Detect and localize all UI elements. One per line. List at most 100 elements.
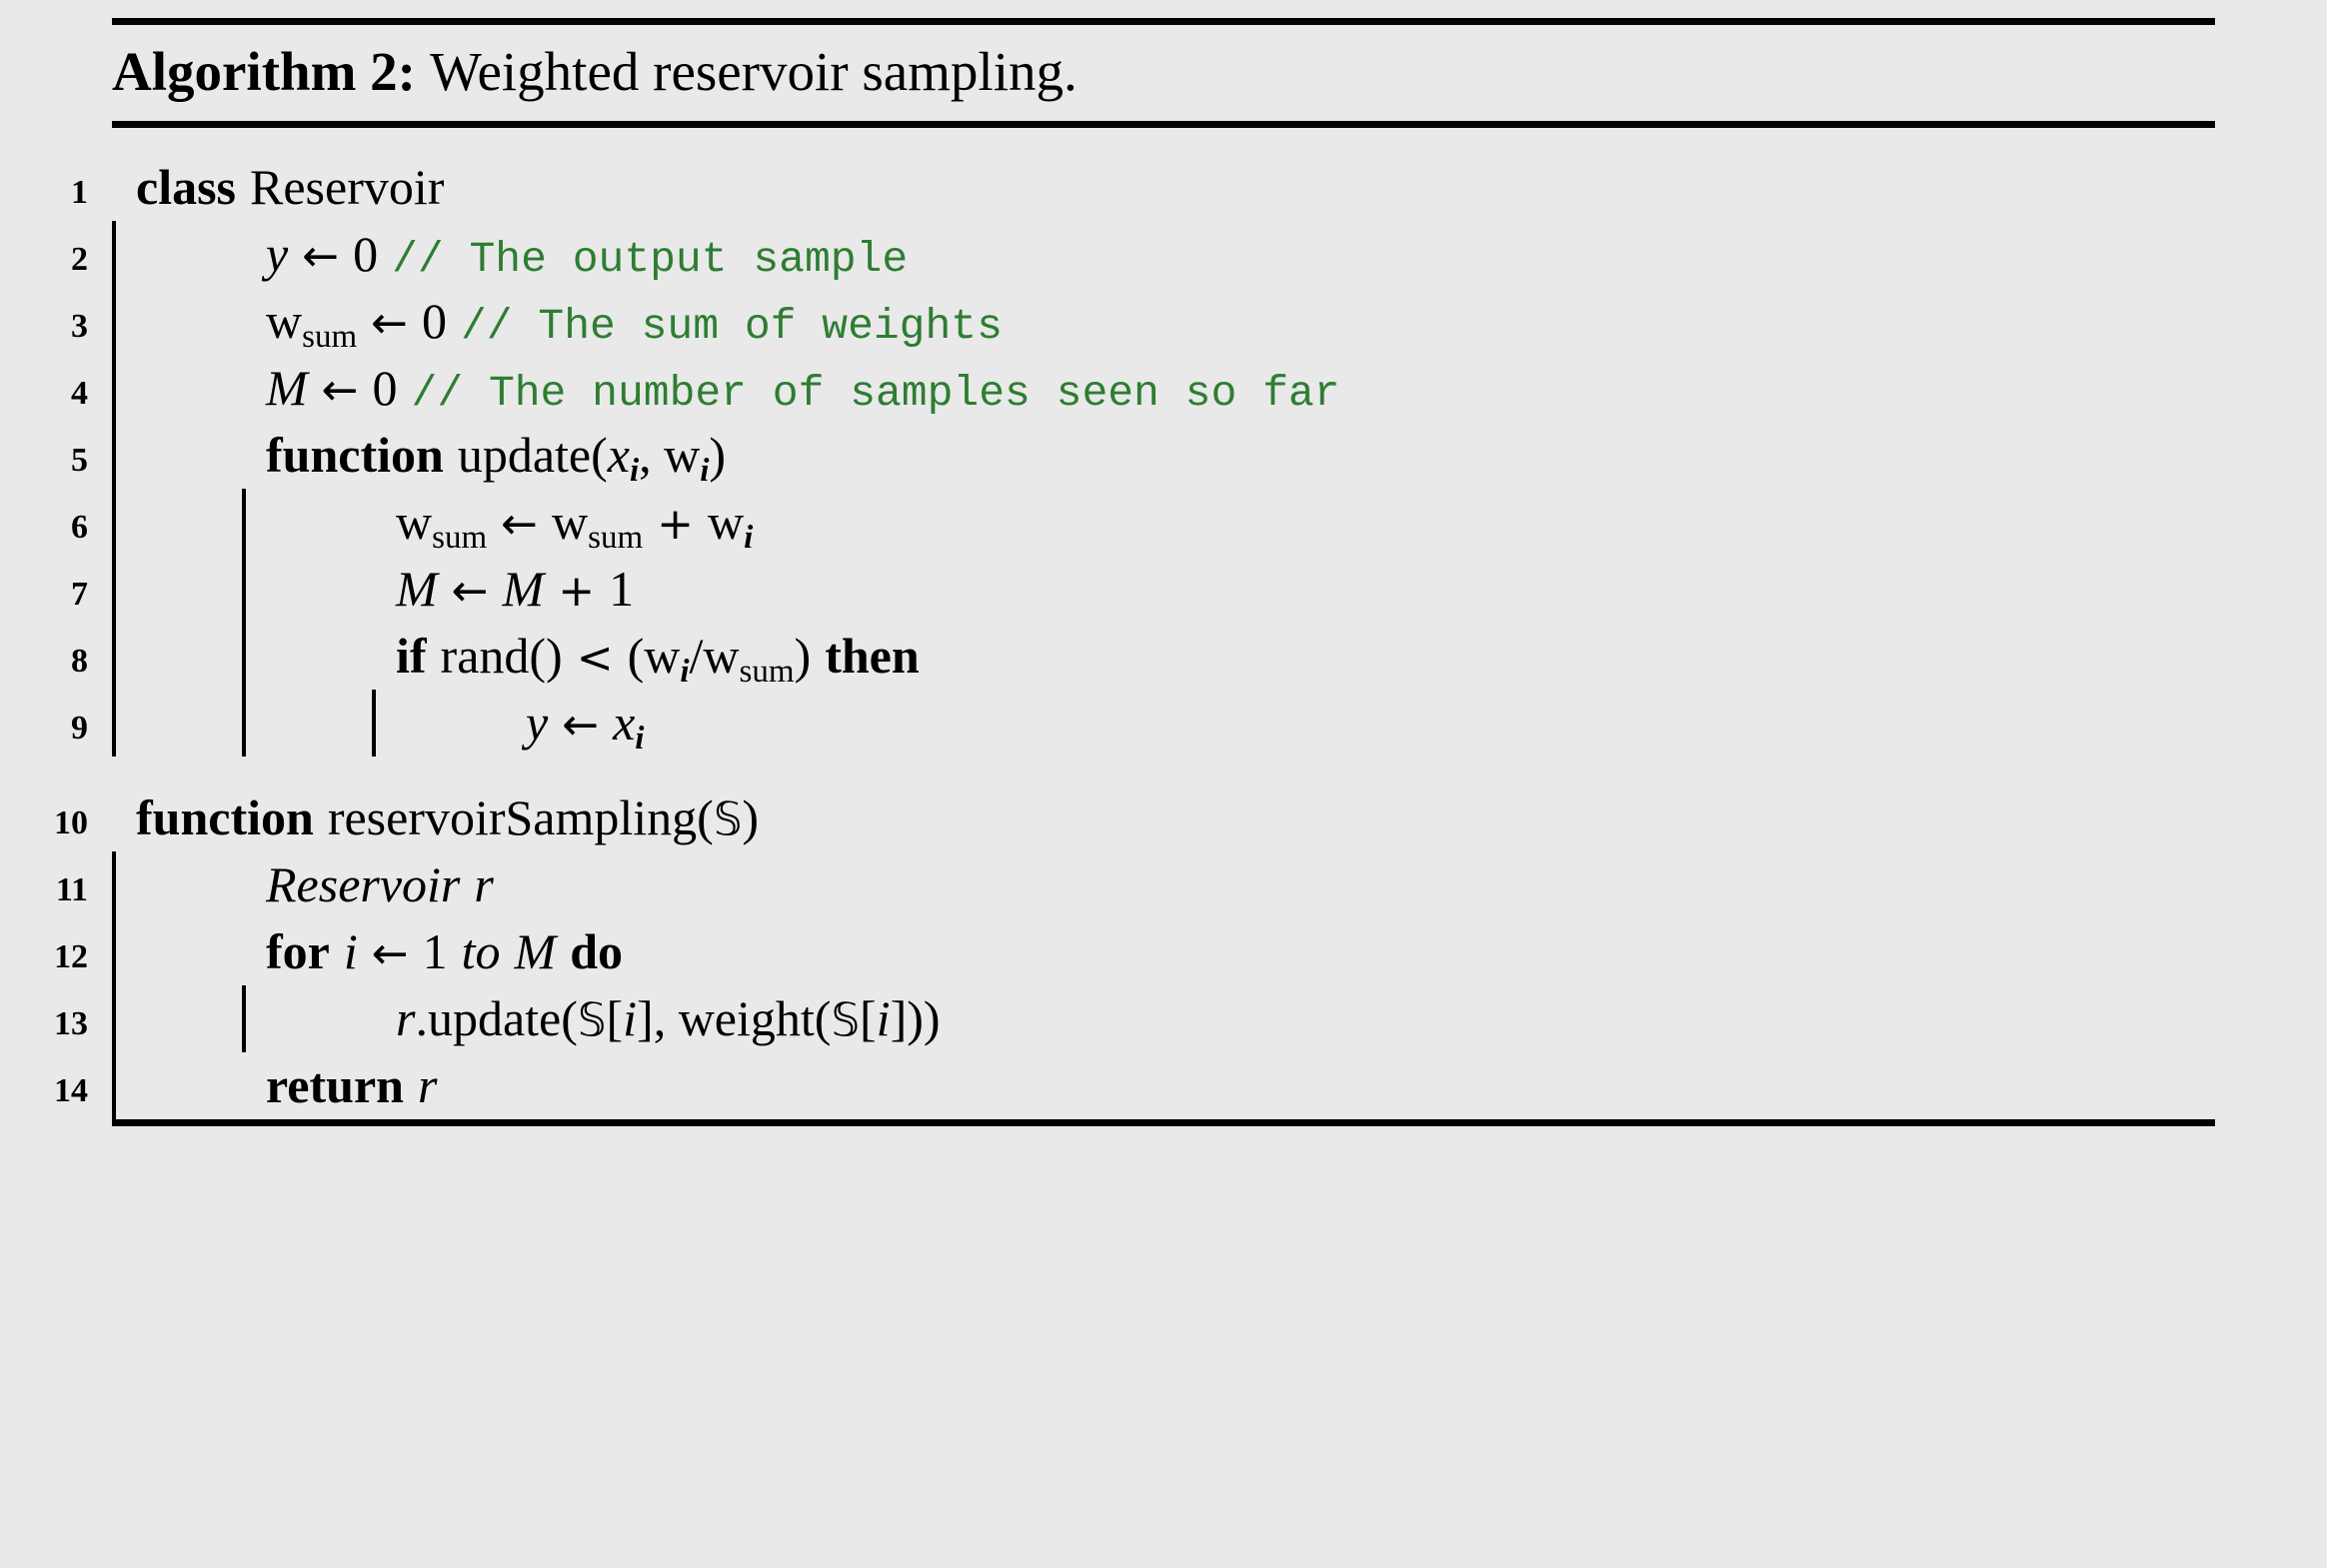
token-arrow: ← <box>562 699 600 751</box>
token-mi: r <box>396 989 416 1046</box>
algorithm-caption: Algorithm 2: Weighted reservoir sampling. <box>112 25 2327 121</box>
token-mi: y <box>526 694 549 751</box>
line-number: 11 <box>55 870 88 908</box>
token-mi: x <box>607 426 630 483</box>
line-number: 4 <box>71 374 88 412</box>
algorithm-line: 10 function reservoirSampling(𝕊) <box>0 784 2327 851</box>
line-tokens: r.update(𝕊[i], weight(𝕊[i])) <box>112 985 941 1053</box>
algorithm-line: 8 if rand() < (wi/wsum) then <box>0 622 2327 690</box>
line-tokens: function reservoirSampling(𝕊) <box>112 784 759 852</box>
line-tokens: Reservoir r <box>112 851 494 918</box>
line-content: y ← 0 // The output sample <box>88 220 2327 293</box>
algorithm-line: 7 M ← M +1 <box>0 555 2327 625</box>
line-tokens: return r <box>112 1052 437 1119</box>
token-mi: x <box>613 694 636 751</box>
line-number: 13 <box>54 1004 88 1042</box>
line-tokens: M ← M +1 <box>112 556 634 625</box>
token-sub: sum <box>739 653 795 690</box>
token-kw: function <box>136 788 314 845</box>
token-mi: i <box>876 989 891 1046</box>
line-tokens: y ← 0 // The output sample <box>112 221 908 293</box>
token-cmt: // The sum of weights <box>461 301 1003 351</box>
indent-guide-bar <box>112 689 116 757</box>
token-op: + <box>558 565 596 617</box>
line-content: r.update(𝕊[i], weight(𝕊[i])) <box>88 984 2327 1053</box>
indent-guide-bar <box>242 488 246 556</box>
line-number: 6 <box>71 508 88 546</box>
token-rm: 0 <box>372 359 398 416</box>
algorithm-line: 6 wsum ← wsum + wi <box>0 488 2327 556</box>
token-mi: M <box>514 922 557 979</box>
line-number: 5 <box>71 441 88 479</box>
token-rm: w <box>708 493 745 550</box>
token-arrow: ← <box>451 565 489 617</box>
token-subscript: i <box>680 653 690 690</box>
token-rm: w <box>664 426 701 483</box>
token-rm: , <box>639 426 665 483</box>
indent-guide-bar <box>112 354 116 422</box>
token-subscript: i <box>629 452 640 489</box>
token-mi: i <box>343 922 358 979</box>
token-mi: M <box>396 560 438 617</box>
token-rm: 1 <box>422 922 448 979</box>
line-tokens: M ← 0 // The number of samples seen so far <box>112 355 1339 427</box>
token-rm: 0 <box>422 292 447 349</box>
token-kw: then <box>825 627 920 684</box>
token-bb: 𝕊 <box>831 992 861 1046</box>
token-it: Reservoir <box>266 855 461 912</box>
line-tokens: y ← xi <box>112 690 644 773</box>
line-number: 9 <box>71 709 88 747</box>
line-number: 3 <box>71 307 88 345</box>
token-sub: sum <box>302 318 358 355</box>
line-number: 7 <box>71 575 88 613</box>
indent-guide-bar <box>112 850 116 918</box>
algorithm-line: 3 wsum ← 0 // The sum of weights <box>0 287 2327 355</box>
token-rm: .update( <box>415 989 578 1046</box>
indent-guide-bar <box>112 220 116 288</box>
algorithm-line: 2 y ← 0 // The output sample <box>0 220 2327 288</box>
line-number: 14 <box>54 1071 88 1109</box>
indent-guide-bar <box>112 917 116 985</box>
indent-guide-bar <box>242 689 246 757</box>
line-tokens: class Reservoir <box>112 154 444 221</box>
token-kw: do <box>570 922 623 979</box>
algorithm-line: 4 M ← 0 // The number of samples seen so far <box>0 354 2327 422</box>
caption-label: Algorithm 2: <box>112 41 416 102</box>
token-rm: Reservoir <box>250 158 445 215</box>
token-arrow: ← <box>501 498 538 550</box>
bottom-rule <box>112 1118 2215 1126</box>
token-arrow: ← <box>371 927 409 979</box>
token-mi: r <box>417 1056 438 1113</box>
token-rm: 1 <box>609 560 635 617</box>
line-number: 8 <box>71 642 88 680</box>
token-rm: ])) <box>890 989 941 1046</box>
indent-guide-bar <box>112 421 116 489</box>
token-rm: / <box>689 627 704 684</box>
algorithm-block: Algorithm 2: Weighted reservoir sampling.… <box>0 0 2327 1568</box>
caption-title: Weighted reservoir sampling. <box>429 41 1078 102</box>
indent-guide-bar <box>112 1051 116 1119</box>
top-rule <box>112 18 2215 25</box>
token-kw: class <box>136 158 236 215</box>
indent-guide-bar <box>242 555 246 623</box>
line-content: class Reservoir <box>88 154 2327 221</box>
indent-guide-bar <box>242 622 246 690</box>
indent-guide-bar <box>112 984 116 1052</box>
token-arrow: ← <box>371 297 408 349</box>
token-rm: ) <box>742 788 760 845</box>
line-content: function reservoirSampling(𝕊) <box>88 784 2327 852</box>
token-kw: function <box>266 426 444 483</box>
token-sub: sum <box>588 519 644 556</box>
line-number: 1 <box>71 173 88 211</box>
token-rm: rand() <box>440 627 563 684</box>
algorithm-line: 1 class Reservoir <box>0 154 2327 221</box>
token-bb: 𝕊 <box>713 791 743 845</box>
token-sub: sum <box>432 519 488 556</box>
token-rm: ], weight( <box>637 989 832 1046</box>
indent-guide-bar <box>242 984 246 1052</box>
token-arrow: ← <box>321 364 359 416</box>
token-rm: reservoirSampling( <box>327 788 714 845</box>
token-rm: w <box>703 627 740 684</box>
algorithm-line: 13 r.update(𝕊[i], weight(𝕊[i])) <box>0 984 2327 1053</box>
line-content: M ← M +1 <box>88 555 2327 625</box>
